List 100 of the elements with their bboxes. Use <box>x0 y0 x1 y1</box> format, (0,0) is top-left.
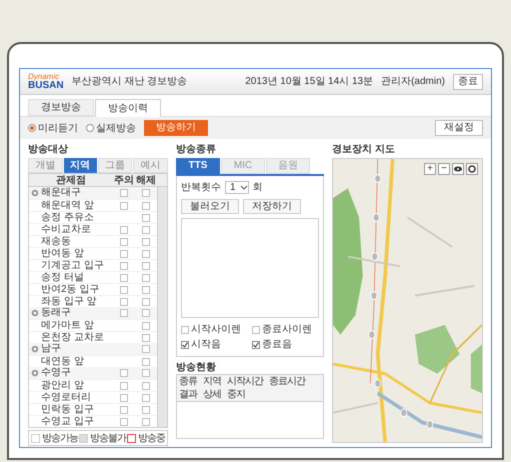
tab[interactable]: 방송이력 <box>95 99 161 117</box>
scrollbar[interactable] <box>157 187 167 427</box>
checkbox[interactable] <box>142 418 150 426</box>
checkbox[interactable] <box>142 322 150 330</box>
location-name[interactable]: 온천장 교차로 <box>29 332 135 343</box>
checkbox[interactable] <box>120 369 128 377</box>
location-name[interactable]: 수비교차로 <box>29 224 113 235</box>
radio-button[interactable] <box>86 124 94 132</box>
location-name[interactable]: 송정 주유소 <box>29 212 135 223</box>
checkbox[interactable] <box>142 286 150 294</box>
action-button[interactable]: 저장하기 <box>243 199 301 214</box>
checkbox-label: 종료사이렌 <box>262 323 312 337</box>
column-header: 지역 <box>203 375 221 388</box>
location-name[interactable]: 좌동 입구 앞 <box>29 296 113 307</box>
checkbox[interactable] <box>142 250 150 258</box>
group-icon[interactable] <box>31 189 39 197</box>
column-header: 중지 <box>227 388 245 401</box>
checkbox-label: 시작음 <box>191 338 221 352</box>
location-name[interactable]: 광안리 앞 <box>29 380 113 391</box>
logo-text: BUSAN <box>28 80 64 90</box>
checkbox[interactable] <box>120 226 128 234</box>
location-name[interactable]: 민락동 입구 <box>29 404 113 415</box>
checkbox[interactable] <box>142 202 150 210</box>
location-name[interactable]: 반여2동 입구 <box>29 284 113 295</box>
checkbox[interactable] <box>142 226 150 234</box>
checkbox[interactable] <box>142 274 150 282</box>
eye-icon[interactable] <box>452 163 464 175</box>
exit-button[interactable]: 종료 <box>453 74 483 90</box>
checkbox[interactable] <box>142 382 150 390</box>
repeat-select[interactable]: 1 <box>225 181 249 194</box>
radio-label: 미리듣기 <box>38 122 78 136</box>
tab[interactable]: 지역 <box>64 158 96 173</box>
legend-label: 방송중 <box>138 432 165 446</box>
checkbox[interactable] <box>120 189 128 197</box>
checkbox[interactable] <box>142 309 150 317</box>
checkbox[interactable] <box>142 238 150 246</box>
checkbox[interactable] <box>142 334 150 342</box>
section-title: 방송현황 <box>176 361 217 374</box>
reset-button[interactable]: 재설정 <box>435 120 483 136</box>
logo-text: Dynamic <box>28 72 60 80</box>
checkbox[interactable] <box>120 406 128 414</box>
location-name[interactable]: 메가마트 앞 <box>29 320 135 331</box>
group-icon[interactable] <box>31 345 39 353</box>
column-header: 관제점 <box>55 174 87 188</box>
checkbox[interactable] <box>142 262 150 270</box>
checkbox[interactable] <box>142 369 150 377</box>
location-name[interactable]: 대연동 앞 <box>29 356 135 367</box>
checkbox[interactable] <box>120 298 128 306</box>
checkbox[interactable] <box>142 406 150 414</box>
checkbox[interactable] <box>120 418 128 426</box>
checkbox[interactable] <box>120 274 128 282</box>
checkbox[interactable] <box>252 340 260 348</box>
checkbox[interactable] <box>142 189 150 197</box>
app-title: 부산광역시 재난 경보방송 <box>72 75 188 89</box>
column-header: 주의 <box>113 174 135 188</box>
checkbox[interactable] <box>120 309 128 317</box>
checkbox[interactable] <box>120 394 128 402</box>
zoom-out-button[interactable]: − <box>438 163 450 175</box>
checkbox[interactable] <box>142 358 150 366</box>
group-icon[interactable] <box>31 309 39 317</box>
location-name[interactable]: 수영교 입구 <box>29 416 113 427</box>
checkbox[interactable] <box>142 345 150 353</box>
checkbox[interactable] <box>142 394 150 402</box>
radio-button[interactable] <box>28 124 36 132</box>
checkbox[interactable] <box>252 326 260 334</box>
group-icon[interactable] <box>31 369 39 377</box>
checkbox[interactable] <box>120 238 128 246</box>
checkbox[interactable] <box>181 326 189 334</box>
user-name: 관리자(admin) <box>381 75 445 89</box>
column-header: 종료시간 <box>269 375 305 388</box>
checkbox[interactable] <box>142 214 150 222</box>
checkbox[interactable] <box>181 340 189 348</box>
location-name[interactable]: 재송동 <box>29 236 113 247</box>
message-textarea[interactable] <box>181 218 319 318</box>
checkbox-label: 시작사이렌 <box>191 323 241 337</box>
radio-label: 실제방송 <box>96 122 136 136</box>
legend-label: 방송불가 <box>90 432 126 446</box>
location-name[interactable]: 송정 터널 <box>29 272 113 283</box>
checkbox[interactable] <box>120 250 128 258</box>
zoom-in-button[interactable]: + <box>424 163 436 175</box>
location-name[interactable]: 기계공고 입구 <box>29 260 113 271</box>
checkbox[interactable] <box>120 202 128 210</box>
location-name[interactable]: 해운대역 앞 <box>29 200 113 211</box>
location-name[interactable]: 수영로터리 <box>29 392 113 403</box>
location-name[interactable]: 반여동 앞 <box>29 248 113 259</box>
repeat-unit: 회 <box>252 181 263 195</box>
checkbox[interactable] <box>120 286 128 294</box>
action-button[interactable]: 불러오기 <box>181 199 239 214</box>
checkbox-label: 종료음 <box>262 338 292 352</box>
legend-label: 방송가능 <box>42 432 78 446</box>
checkbox[interactable] <box>120 382 128 390</box>
repeat-label: 반복횟수 <box>181 181 221 195</box>
checkbox[interactable] <box>120 262 128 270</box>
circle-icon[interactable] <box>466 163 478 175</box>
column-header: 종류 <box>179 375 197 388</box>
date-time: 2013년 10월 15일 14시 13분 <box>245 75 374 89</box>
tab[interactable]: 경보방송 <box>28 99 94 116</box>
tab[interactable]: TTS <box>176 158 220 174</box>
section-title: 방송종류 <box>176 143 217 156</box>
checkbox[interactable] <box>142 298 150 306</box>
